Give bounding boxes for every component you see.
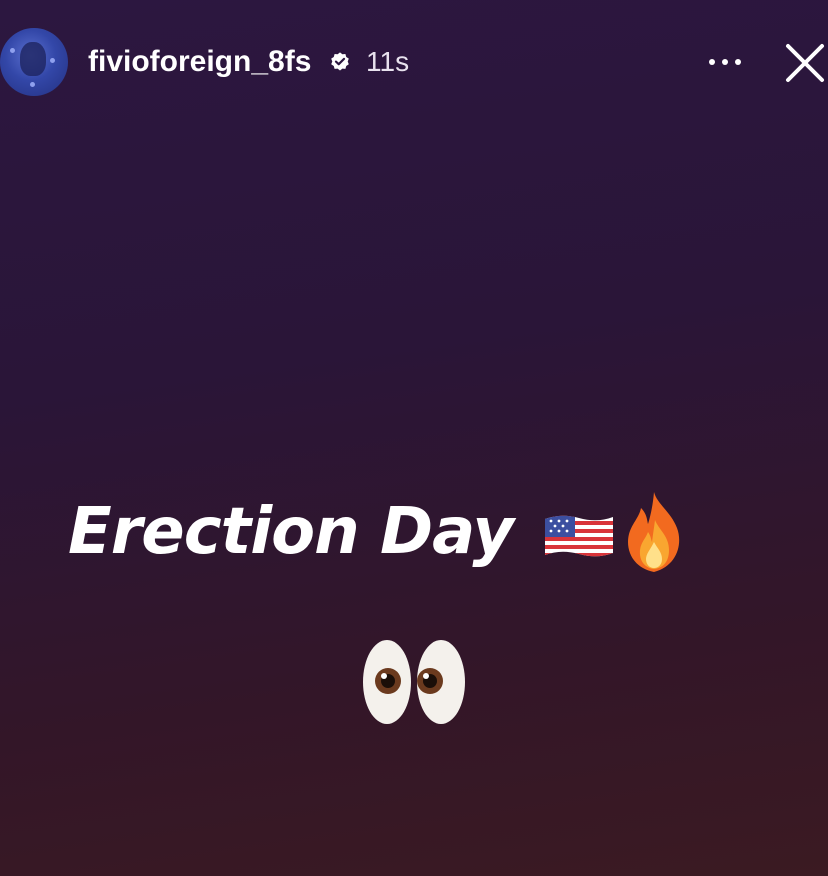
eyes-emoji	[363, 640, 465, 724]
story-header: fivioforeign_8fs 11s	[0, 0, 828, 130]
avatar-detail	[30, 82, 35, 87]
fire-emoji	[628, 492, 680, 572]
post-timestamp: 11s	[366, 46, 410, 77]
username[interactable]: fivioforeign_8fs	[88, 44, 311, 80]
caption-text: Erection Day	[68, 495, 514, 569]
story-caption: Erection Day	[68, 482, 687, 582]
story-viewer: fivioforeign_8fs 11s Erection Day	[0, 0, 828, 876]
more-options-icon[interactable]	[700, 50, 750, 74]
avatar-silhouette	[20, 42, 46, 76]
avatar[interactable]	[0, 28, 68, 96]
avatar-detail	[10, 48, 15, 53]
close-icon[interactable]	[782, 40, 828, 86]
us-flag-emoji	[545, 515, 614, 557]
avatar-detail	[50, 58, 55, 63]
verified-badge-icon	[331, 52, 349, 71]
